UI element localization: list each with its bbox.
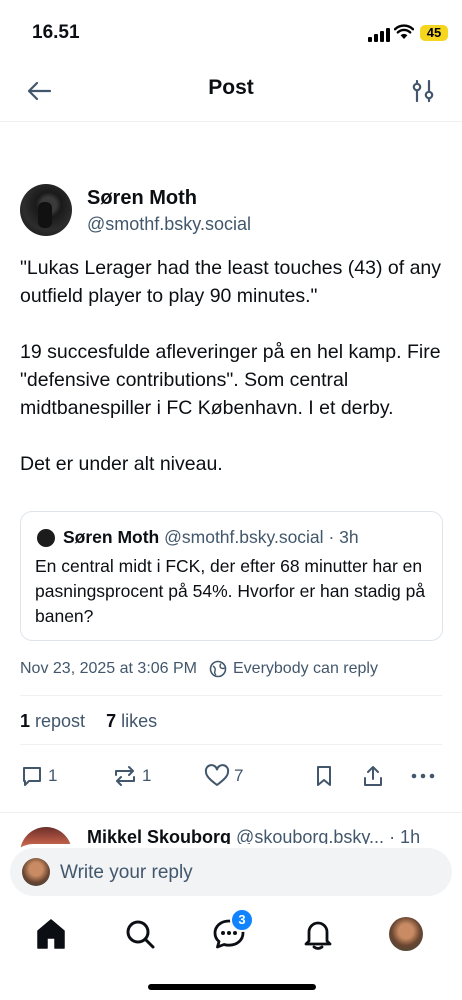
divider [20, 744, 442, 745]
home-indicator [148, 984, 316, 990]
bell-icon[interactable] [300, 916, 336, 952]
quote-author-name: Søren Moth [63, 527, 160, 547]
like-count-link[interactable]: 7 likes [106, 711, 157, 731]
status-time: 16.51 [32, 22, 80, 43]
reply-item[interactable]: Mikkel Skouborg @skouborg.bsky... · 1h [0, 812, 462, 857]
quote-time: · 3h [328, 527, 359, 547]
reply-count: 1 [48, 766, 58, 785]
reply-setting[interactable]: Everybody can reply [233, 660, 378, 678]
post-timestamp: Nov 23, 2025 at 3:06 PM [20, 660, 197, 677]
like-count-label: likes [121, 711, 158, 731]
repost-count-label: repost [35, 711, 86, 731]
repost-count-link[interactable]: 1 repost [20, 711, 85, 731]
sliders-icon[interactable] [408, 76, 438, 106]
post-meta: Nov 23, 2025 at 3:06 PM Everybody can re… [20, 660, 378, 678]
post-paragraph: Det er under alt niveau. [20, 453, 223, 475]
reply-button[interactable]: 1 [20, 764, 57, 788]
profile-avatar-tab[interactable] [389, 917, 423, 951]
repost-button[interactable]: 1 [112, 764, 151, 788]
quote-author-handle: @smothf.bsky.social [164, 527, 324, 547]
avatar[interactable] [20, 184, 72, 236]
quote-avatar [37, 529, 55, 547]
more-options-button[interactable] [410, 764, 436, 788]
wifi-icon [394, 24, 414, 39]
post-paragraph: 19 succesfulde afleveringer på en hel ka… [20, 341, 441, 419]
engagement-counts: 1 repost 7 likes [20, 711, 157, 732]
search-icon[interactable] [122, 916, 158, 952]
repost-icon [115, 766, 135, 786]
page-title: Post [208, 76, 254, 99]
quoted-post[interactable]: Søren Moth @smothf.bsky.social · 3h En c… [20, 511, 443, 641]
share-button[interactable] [361, 764, 385, 788]
cellular-signal-icon [368, 28, 390, 42]
battery-icon: 45 [420, 25, 448, 41]
post-paragraph: "Lukas Lerager had the least touches (43… [20, 257, 442, 307]
avatar [22, 858, 50, 886]
globe-icon [209, 660, 227, 678]
home-icon[interactable] [33, 916, 69, 952]
reply-time: · 1h [389, 827, 421, 847]
reply-author-name[interactable]: Mikkel Skouborg [87, 827, 231, 847]
repost-count: 1 [20, 711, 31, 731]
comment-icon [23, 767, 41, 786]
bookmark-button[interactable] [312, 764, 336, 788]
repost-action-count: 1 [142, 766, 152, 785]
like-button[interactable]: 7 [204, 764, 243, 788]
heart-icon [204, 764, 230, 786]
bookmark-icon [317, 766, 331, 786]
reply-author-handle[interactable]: @skouborg.bsky... [236, 827, 384, 847]
more-dots-icon [411, 773, 435, 779]
author-name[interactable]: Søren Moth [87, 187, 197, 210]
author-handle[interactable]: @smothf.bsky.social [87, 214, 251, 235]
post-actions: 1 1 7 [0, 760, 462, 796]
quote-text: En central midt i FCK, der efter 68 minu… [35, 556, 426, 626]
like-count: 7 [106, 711, 117, 731]
reply-composer[interactable]: Write your reply [10, 848, 452, 896]
divider [20, 695, 442, 696]
top-nav-bar: Post [0, 62, 462, 122]
status-bar: 16.51 45 [0, 0, 462, 62]
post-body: "Lukas Lerager had the least touches (43… [20, 254, 445, 506]
share-icon [364, 766, 382, 786]
like-action-count: 7 [234, 766, 244, 785]
reply-input-placeholder[interactable]: Write your reply [60, 862, 193, 884]
chat-unread-badge: 3 [230, 908, 254, 932]
reply-header: Mikkel Skouborg @skouborg.bsky... · 1h [87, 827, 420, 848]
quote-header: Søren Moth @smothf.bsky.social · 3h [63, 527, 359, 548]
